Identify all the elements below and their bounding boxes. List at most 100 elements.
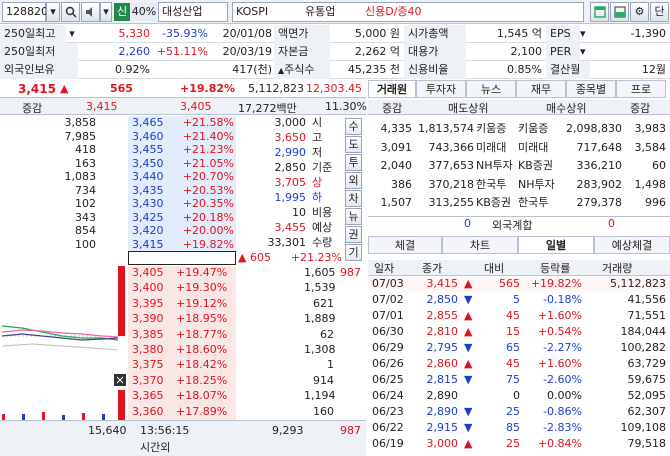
broker-buy-name[interactable]: NH투자 [518, 178, 555, 193]
stock-code-input[interactable]: 128820 [2, 2, 48, 22]
summary-value: 3,000 [274, 116, 307, 129]
daily-row[interactable]: 06/26 2,860 ▲ 45 +1.60% 63,729 [368, 357, 670, 372]
side-button[interactable]: 뉴 [345, 208, 362, 225]
daily-diff: 75 [506, 373, 520, 386]
side-button[interactable]: 외 [345, 172, 362, 189]
window-icon[interactable] [590, 2, 609, 22]
daily-row[interactable]: 06/22 2,915 ▼ 85 -2.83% 109,108 [368, 421, 670, 436]
daily-row[interactable]: 07/02 2,850 ▼ 5 -0.18% 41,556 [368, 293, 670, 308]
shares-value: 45,235 천 [347, 63, 400, 76]
bid-row[interactable]: 3,375 +18.42% 1 [128, 358, 364, 372]
per-dropdown-icon[interactable]: ▾ [580, 43, 590, 61]
broker-sell-name[interactable]: KB증권 [476, 196, 511, 211]
daily-row[interactable]: 06/23 2,890 ▼ 25 -0.86% 62,307 [368, 405, 670, 420]
eps-dropdown-icon[interactable]: ▾ [580, 25, 590, 43]
tab-broker[interactable]: 투자자 [416, 80, 466, 98]
broker-chg2: 60 [652, 159, 666, 172]
after-hours-button[interactable]: 시간외 [140, 439, 170, 455]
summary-value: 3,650 [274, 131, 307, 144]
daily-volume: 62,307 [627, 405, 667, 418]
eps-label: EPS [546, 25, 580, 43]
code-dropdown-button[interactable]: ▾ [46, 2, 60, 22]
speaker-icon[interactable] [81, 2, 100, 22]
tab-broker[interactable]: 재무 [516, 80, 566, 98]
ask-row[interactable]: 854 3,420 +20.00% [0, 224, 236, 238]
broker-buy-name[interactable]: 미래대 [518, 141, 548, 156]
side-button[interactable]: 투 [345, 154, 362, 171]
daily-close: 2,850 [426, 293, 459, 306]
broker-sell-name[interactable]: NH투자 [476, 159, 513, 174]
daily-row[interactable]: 07/01 2,855 ▲ 45 +1.60% 71,551 [368, 309, 670, 324]
broker-buy-name[interactable]: 키움증 [518, 122, 548, 137]
split-icon[interactable] [610, 2, 629, 22]
credit-ratio-label: 신용비율 [404, 61, 466, 79]
daily-row[interactable]: 06/29 2,795 ▼ 65 -2.27% 100,282 [368, 341, 670, 356]
bid-qty: 914 [313, 373, 334, 387]
bid-price: 3,375 [132, 358, 164, 372]
tab-broker[interactable]: 뉴스 [466, 80, 516, 98]
daily-row[interactable]: 06/25 2,815 ▼ 75 -2.60% 59,675 [368, 373, 670, 388]
side-button[interactable]: 도 [345, 136, 362, 153]
daily-close: 2,890 [426, 405, 459, 418]
broker-sell-name[interactable]: 미래대 [476, 141, 506, 156]
high250-dropdown-icon[interactable]: ▾ [66, 25, 78, 43]
high250-pct: -35.93% [162, 27, 208, 40]
tab-daily[interactable]: 차트 [442, 236, 518, 254]
bid-pct: +18.25% [176, 373, 228, 387]
ask-row[interactable]: 100 3,415 +19.82% [0, 238, 236, 252]
broker-row: 2,040 377,653 NH투자 KB증권 336,210 60 [368, 159, 670, 174]
capital-value: 2,262 억 [354, 45, 400, 58]
daily-diff: 5 [513, 293, 520, 306]
bid-row[interactable]: 3,395 +19.12% 621 [128, 297, 364, 311]
tab-broker[interactable]: 거래원 [368, 80, 416, 98]
ask-row[interactable]: 343 3,425 +20.18% [0, 211, 236, 225]
daily-date: 07/03 [372, 277, 404, 290]
ask-row[interactable]: 163 3,450 +21.05% [0, 157, 236, 171]
broker-buy-name[interactable]: 한국투 [518, 196, 548, 211]
daily-diff: 45 [506, 357, 520, 370]
tab-daily[interactable]: 예상체결 [594, 236, 670, 254]
tab-daily[interactable]: 체결 [368, 236, 442, 254]
down-arrow-icon: ▼ [464, 405, 473, 418]
bid-row[interactable]: 3,365 +18.07% 1,194 [128, 389, 364, 403]
side-button[interactable]: 수 [345, 118, 362, 135]
bid-qty: 160 [313, 404, 334, 418]
broker-row: 3,091 743,366 미래대 미래대 717,648 3,584 [368, 141, 670, 156]
speaker-dropdown-button[interactable]: ▾ [100, 2, 112, 22]
high250-price: 5,330 [118, 27, 151, 40]
gear-icon[interactable]: ⚙ [630, 2, 649, 22]
ask-row[interactable]: 418 3,455 +21.23% [0, 143, 236, 157]
search-icon[interactable] [61, 2, 80, 22]
side-button[interactable]: 권 [345, 226, 362, 243]
ask-row[interactable]: 102 3,430 +20.35% [0, 197, 236, 211]
daily-row[interactable]: 06/19 3,000 ▲ 25 +0.84% 79,518 [368, 437, 670, 452]
daily-row[interactable]: 07/03 3,415 ▲ 565 +19.82% 5,112,823 [368, 277, 670, 292]
ask-row[interactable]: 7,985 3,460 +21.40% [0, 130, 236, 144]
daily-row[interactable]: 06/30 2,810 ▲ 15 +0.54% 184,044 [368, 325, 670, 340]
bid-row[interactable]: 3,400 +19.30% 1,539 [128, 281, 364, 295]
bid-row[interactable]: 3,390 +18.95% 1,889 [128, 312, 364, 326]
ask-row[interactable]: 3,858 3,465 +21.58% [0, 116, 236, 130]
broker-sell-name[interactable]: 한국투 [476, 178, 506, 193]
broker-sell-name[interactable]: 키움증 [476, 122, 506, 137]
daily-date: 06/24 [372, 389, 404, 402]
dan-button[interactable]: 단 [650, 2, 669, 22]
bid-row[interactable]: 3,360 +17.89% 160 [128, 405, 364, 419]
ask-row[interactable]: 1,083 3,440 +20.70% [0, 170, 236, 184]
tab-broker[interactable]: 종목별 [566, 80, 616, 98]
broker-buy-name[interactable]: KB증권 [518, 159, 553, 174]
summary-label: 수량 [312, 236, 333, 249]
ask-price: 3,415 [132, 237, 164, 251]
bid-row[interactable]: 3,380 +18.60% 1,308 [128, 343, 364, 357]
tab-daily[interactable]: 일별 [518, 236, 594, 254]
tab-broker[interactable]: 프로 [616, 80, 666, 98]
side-button[interactable]: 차 [345, 190, 362, 207]
broker-buy-qty: 717,648 [576, 140, 623, 154]
bid-row[interactable]: 3,385 +18.77% 62 [128, 328, 364, 342]
daily-rate: +1.60% [537, 309, 582, 322]
bid-row[interactable]: 3,370 +18.25% 914 [128, 374, 364, 388]
daily-row[interactable]: 06/24 2,890 0 0.00% 52,095 [368, 389, 670, 404]
side-button[interactable]: 기 [345, 244, 362, 261]
ask-row[interactable]: 734 3,435 +20.53% [0, 184, 236, 198]
bid-row[interactable]: 3,405 +19.47% 1,605 [128, 266, 364, 280]
